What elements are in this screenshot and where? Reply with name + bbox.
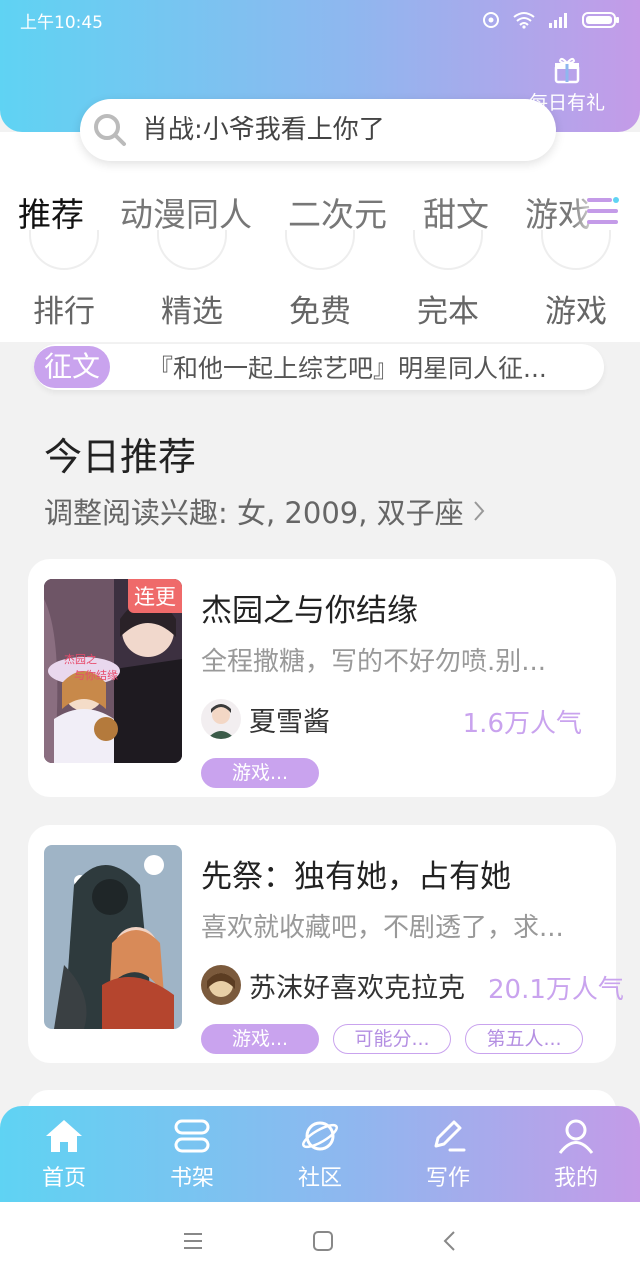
gift-icon	[554, 57, 580, 84]
bookshelf-icon	[174, 1119, 210, 1153]
book-tag[interactable]: 第五人...	[465, 1024, 583, 1054]
category-tabs: 推荐 动漫同人 二次元 甜文 游戏	[0, 188, 640, 236]
book-cover	[44, 845, 182, 1029]
book-title: 杰园之与你结缘	[201, 593, 418, 629]
nav-bookshelf[interactable]: 书架	[128, 1106, 256, 1202]
book-card[interactable]: 先祭：独有她，占有她 喜欢就收藏吧，不剧透了，求... 苏沫好喜欢克拉克 20.…	[28, 825, 624, 1063]
section-title: 今日推荐	[44, 435, 197, 479]
battery-icon	[582, 12, 619, 28]
nav-community[interactable]: 社区	[256, 1106, 384, 1202]
home-icon	[46, 1120, 82, 1152]
quick-link-completed[interactable]: 完本	[384, 286, 512, 331]
back-icon[interactable]	[442, 1230, 458, 1252]
book-tag[interactable]: 可能分...	[333, 1024, 451, 1054]
book-card[interactable]: 杰园之 与你结缘 连更 杰园之与你结缘 全程撒糖，写的不好勿喷.别... 夏雪酱…	[28, 559, 616, 797]
nav-home[interactable]: 首页	[0, 1106, 128, 1202]
system-nav-bar	[0, 1202, 640, 1280]
chevron-right-icon	[473, 501, 485, 521]
section-subtitle: 调整阅读兴趣: 女, 2009, 双子座	[44, 496, 464, 530]
popularity: 1.6万人气	[462, 709, 582, 739]
quick-link-ranking[interactable]: 排行	[0, 286, 128, 331]
avatar	[201, 699, 241, 739]
book-tags: 游戏...	[201, 758, 319, 788]
search-icon	[94, 114, 126, 146]
signal-icon	[549, 13, 567, 28]
recents-icon[interactable]	[182, 1231, 204, 1251]
planet-icon	[302, 1121, 338, 1151]
book-title: 先祭：独有她，占有她	[201, 859, 511, 895]
svg-text:与你结缘: 与你结缘	[74, 669, 118, 682]
quick-link-selected[interactable]: 精选	[128, 286, 256, 331]
quick-link-game[interactable]: 游戏	[512, 286, 640, 331]
contest-text: 『和他一起上综艺吧』明星同人征...	[148, 354, 547, 383]
tab-acg[interactable]: 二次元	[270, 188, 405, 236]
tab-anime-fanfic[interactable]: 动漫同人	[102, 188, 270, 236]
search-input[interactable]	[142, 115, 522, 145]
nav-bookshelf-label: 书架	[169, 1166, 214, 1191]
nav-home-label: 首页	[41, 1166, 86, 1191]
reading-interest-link[interactable]: 调整阅读兴趣: 女, 2009, 双子座	[44, 490, 486, 532]
bottom-nav: 首页 书架 社区 写作 我的	[0, 1106, 640, 1202]
avatar	[201, 965, 241, 1005]
wifi-icon	[513, 12, 535, 29]
user-icon	[558, 1119, 594, 1154]
nav-profile[interactable]: 我的	[512, 1106, 640, 1202]
nav-write[interactable]: 写作	[384, 1106, 512, 1202]
status-time: 上午10:45	[20, 12, 103, 33]
book-author[interactable]: 苏沫好喜欢克拉克	[201, 965, 465, 1005]
search-bar[interactable]	[80, 99, 556, 161]
tab-recommend[interactable]: 推荐	[0, 188, 102, 236]
tab-sweet[interactable]: 甜文	[405, 188, 507, 236]
status-bar: 上午10:45	[20, 8, 620, 33]
quick-link-free[interactable]: 免费	[256, 286, 384, 331]
nav-community-label: 社区	[297, 1166, 342, 1191]
author-name: 苏沫好喜欢克拉克	[249, 972, 465, 1004]
nav-profile-label: 我的	[553, 1166, 598, 1191]
book-tags: 游戏... 可能分... 第五人...	[201, 1024, 583, 1054]
book-cover: 杰园之 与你结缘 连更	[44, 579, 182, 763]
book-desc: 全程撒糖，写的不好勿喷.别...	[201, 647, 547, 677]
contest-tag: 征文	[34, 346, 111, 388]
contest-banner[interactable]: 征文 『和他一起上综艺吧』明星同人征...	[34, 344, 604, 390]
home-square-icon[interactable]	[312, 1230, 334, 1252]
author-name: 夏雪酱	[249, 706, 330, 738]
book-desc: 喜欢就收藏吧，不剧透了，求...	[201, 913, 564, 943]
book-tag[interactable]: 游戏...	[201, 758, 319, 788]
book-tag[interactable]: 游戏...	[201, 1024, 319, 1054]
menu-icon[interactable]	[586, 194, 620, 228]
popularity: 20.1万人气	[488, 975, 624, 1005]
serial-badge: 连更	[128, 579, 182, 613]
book-author[interactable]: 夏雪酱	[201, 699, 330, 739]
pen-icon	[434, 1120, 466, 1152]
alarm-icon	[483, 12, 499, 28]
svg-text:杰园之: 杰园之	[64, 652, 97, 666]
nav-write-label: 写作	[425, 1166, 470, 1191]
quick-links: 排行 精选 免费 完本 游戏	[0, 286, 640, 331]
